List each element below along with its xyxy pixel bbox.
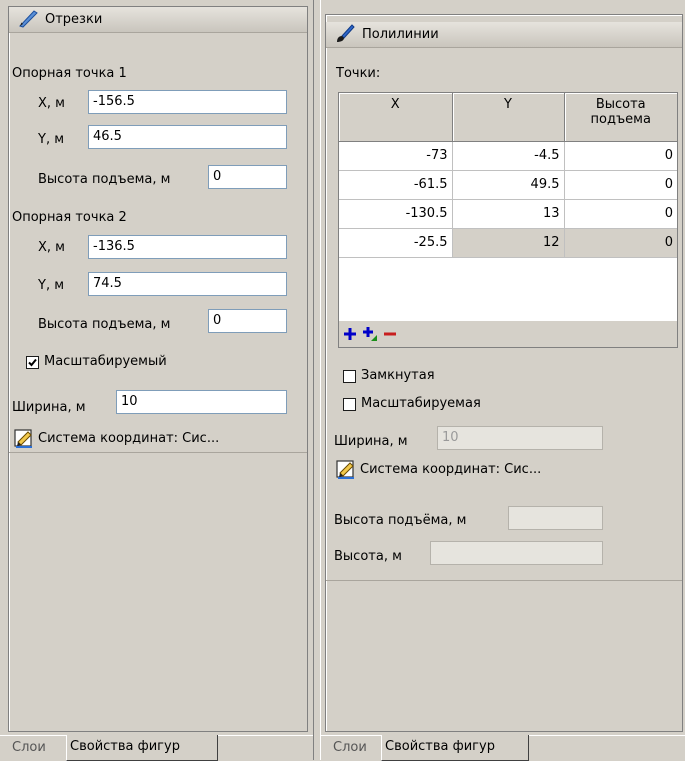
width-field-left[interactable]: 10 — [116, 390, 287, 414]
table-cell[interactable]: 0 — [564, 199, 677, 229]
points-grid[interactable]: X Y Высота подъема -73 -4.5 0 -61.5 49.5 0 -13… — [338, 92, 678, 348]
table-row[interactable]: -130.5 13 0 — [339, 199, 677, 229]
column-header-y[interactable]: Y — [452, 93, 565, 142]
table-cell[interactable]: -73 — [339, 141, 453, 171]
closed-label: Замкнутая — [361, 368, 435, 383]
table-row[interactable]: -73 -4.5 0 — [339, 141, 677, 171]
closed-checkbox[interactable] — [343, 370, 356, 383]
point2-y-label: Y, м — [38, 278, 65, 293]
table-cell[interactable]: -130.5 — [339, 199, 453, 229]
height-label: Высота, м — [334, 549, 402, 564]
point1-y-label: Y, м — [38, 132, 65, 147]
right-panel-header: Полилинии — [326, 22, 682, 48]
left-header-bottom-line — [9, 452, 307, 453]
point2-heading: Опорная точка 2 — [12, 210, 127, 225]
scalable-checkbox-right[interactable] — [343, 398, 356, 411]
height-field — [430, 541, 603, 565]
left-panel-title: Отрезки — [45, 12, 103, 27]
point1-x-label: X, м — [38, 96, 65, 111]
scalable-checkbox-left[interactable] — [26, 356, 39, 369]
point1-height-field[interactable]: 0 — [208, 165, 287, 189]
width-label-left: Ширина, м — [12, 400, 86, 415]
point2-y-field[interactable]: 74.5 — [88, 272, 287, 296]
tab-layers-left[interactable]: Слои — [8, 736, 50, 761]
left-tab-bar: Слои Свойства фигур — [0, 735, 313, 761]
remove-point-button[interactable] — [381, 325, 399, 343]
point2-x-label: X, м — [38, 240, 65, 255]
left-panel — [8, 6, 308, 732]
insert-point-button[interactable] — [361, 325, 379, 343]
edit-icon[interactable] — [335, 458, 357, 484]
point2-height-label: Высота подъема, м — [38, 317, 171, 332]
edit-icon[interactable] — [13, 427, 35, 453]
tab-shape-properties-right[interactable]: Свойства фигур — [381, 735, 529, 761]
point1-y-field[interactable]: 46.5 — [88, 125, 287, 149]
scalable-label-left: Масштабируемый — [44, 354, 167, 369]
width-field-right: 10 — [437, 426, 603, 450]
scalable-label-right: Масштабируемая — [361, 396, 481, 411]
table-cell[interactable]: 12 — [452, 228, 565, 258]
tab-layers-right[interactable]: Слои — [329, 736, 371, 761]
point1-height-label: Высота подъема, м — [38, 172, 171, 187]
tab-shape-properties-left[interactable]: Свойства фигур — [66, 735, 218, 761]
lift-height-field — [508, 506, 603, 530]
table-cell[interactable]: -25.5 — [339, 228, 453, 258]
points-table: X Y Высота подъема -73 -4.5 0 -61.5 49.5 0 -13… — [339, 93, 677, 258]
right-tab-bar: Слои Свойства фигур — [321, 735, 685, 761]
brush-icon — [334, 23, 356, 47]
left-panel-header: Отрезки — [9, 7, 307, 33]
column-header-height[interactable]: Высота подъема — [564, 93, 677, 142]
width-label-right: Ширина, м — [334, 434, 408, 449]
table-cell[interactable]: -61.5 — [339, 170, 453, 200]
lift-height-label: Высота подъёма, м — [334, 513, 467, 528]
table-cell[interactable]: 0 — [564, 228, 677, 258]
point2-height-field[interactable]: 0 — [208, 309, 287, 333]
right-content-border — [326, 580, 682, 581]
coord-system-label-right[interactable]: Система координат: Сис... — [360, 462, 541, 477]
add-point-button[interactable] — [341, 325, 359, 343]
points-label: Точки: — [336, 66, 381, 81]
point1-heading: Опорная точка 1 — [12, 66, 127, 81]
column-header-x[interactable]: X — [339, 93, 453, 142]
point1-x-field[interactable]: -156.5 — [88, 90, 287, 114]
splitter[interactable] — [313, 0, 321, 760]
table-cell[interactable]: 13 — [452, 199, 565, 229]
pencil-icon — [17, 8, 39, 32]
coord-system-label-left[interactable]: Система координат: Сис... — [38, 431, 219, 446]
table-row[interactable]: -61.5 49.5 0 — [339, 170, 677, 200]
grid-toolbar — [339, 321, 677, 347]
table-cell[interactable]: 0 — [564, 141, 677, 171]
table-row[interactable]: -25.5 12 0 — [339, 228, 677, 258]
point2-x-field[interactable]: -136.5 — [88, 235, 287, 259]
table-cell[interactable]: 49.5 — [452, 170, 565, 200]
table-cell[interactable]: 0 — [564, 170, 677, 200]
table-cell[interactable]: -4.5 — [452, 141, 565, 171]
right-panel-title: Полилинии — [362, 27, 439, 42]
